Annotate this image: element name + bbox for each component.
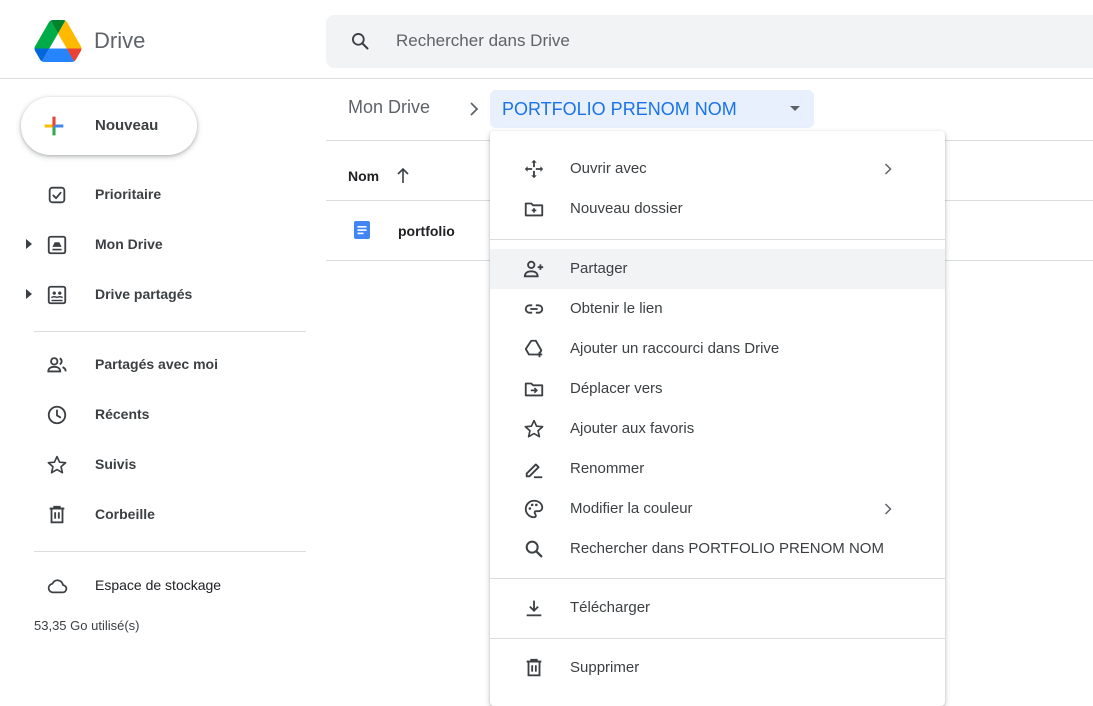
menu-divider (490, 638, 945, 639)
sidebar-item-my-drive[interactable]: Mon Drive (0, 225, 300, 265)
sidebar-divider (34, 551, 306, 552)
sidebar-item-label: Espace de stockage (95, 577, 222, 593)
sidebar-item-label: Prioritaire (95, 186, 162, 202)
menu-item-download[interactable]: Télécharger (490, 588, 945, 628)
sort-arrow-up-icon[interactable] (395, 166, 411, 184)
menu-item-label: Télécharger (570, 599, 651, 616)
star-icon (523, 418, 545, 440)
menu-item-move-to[interactable]: Déplacer vers (490, 369, 945, 409)
rename-icon (523, 458, 545, 480)
add-shortcut-icon (523, 338, 545, 360)
sidebar-item-label: Récents (95, 406, 150, 422)
menu-item-change-color[interactable]: Modifier la couleur (490, 489, 945, 529)
my-drive-icon (46, 234, 68, 256)
app-title: Drive (94, 28, 146, 53)
check-box-icon (46, 184, 68, 206)
search-icon (523, 538, 545, 560)
chevron-right-icon (469, 102, 479, 116)
chevron-right-icon (884, 163, 892, 175)
menu-item-add-favorites[interactable]: Ajouter aux favoris (490, 409, 945, 449)
person-add-icon (523, 258, 545, 280)
clock-icon (46, 404, 68, 426)
menu-item-label: Ajouter aux favoris (570, 420, 695, 437)
expand-arrow-icon[interactable] (25, 289, 33, 299)
file-name: portfolio (398, 223, 455, 239)
menu-item-label: Déplacer vers (570, 380, 663, 397)
cloud-icon (46, 575, 68, 597)
sidebar-item-label: Suivis (95, 456, 137, 472)
expand-arrow-icon[interactable] (25, 239, 33, 249)
sidebar-item-label: Partagés avec moi (95, 356, 218, 372)
menu-item-add-shortcut[interactable]: Ajouter un raccourci dans Drive (490, 329, 945, 369)
breadcrumb-current-label: PORTFOLIO PRENOM NOM (502, 99, 737, 119)
open-with-icon (523, 158, 545, 180)
menu-item-label: Ajouter un raccourci dans Drive (570, 340, 780, 357)
menu-item-label: Partager (570, 260, 628, 277)
sidebar-item-starred[interactable]: Suivis (0, 445, 300, 485)
new-button[interactable]: Nouveau (21, 97, 197, 155)
chevron-down-icon (790, 106, 800, 112)
menu-item-label: Renommer (570, 460, 645, 477)
menu-item-label: Nouveau dossier (570, 200, 683, 217)
menu-divider (490, 578, 945, 579)
sidebar-item-label: Drive partagés (95, 286, 193, 302)
search-icon[interactable] (350, 31, 370, 51)
download-icon (523, 597, 545, 619)
move-to-icon (523, 378, 545, 400)
sidebar-item-label: Corbeille (95, 506, 155, 522)
breadcrumb-current-folder[interactable]: PORTFOLIO PRENOM NOM (490, 90, 814, 128)
menu-divider (490, 239, 945, 240)
storage-used: 53,35 Go utilisé(s) (34, 618, 140, 633)
menu-item-new-folder[interactable]: Nouveau dossier (490, 189, 945, 229)
search-input[interactable] (396, 26, 896, 56)
menu-item-label: Rechercher dans PORTFOLIO PRENOM NOM (570, 540, 884, 557)
menu-item-label: Supprimer (570, 659, 640, 676)
sidebar-item-shared-drives[interactable]: Drive partagés (0, 275, 300, 315)
breadcrumb-root[interactable]: Mon Drive (348, 97, 430, 118)
menu-item-label: Ouvrir avec (570, 160, 647, 177)
column-header-name[interactable]: Nom (348, 168, 379, 184)
menu-item-rename[interactable]: Renommer (490, 449, 945, 489)
palette-icon (523, 498, 545, 520)
trash-icon (523, 657, 545, 679)
trash-icon (46, 504, 68, 526)
menu-item-share[interactable]: Partager (490, 249, 945, 289)
new-button-label: Nouveau (95, 117, 159, 134)
plus-icon (40, 112, 68, 140)
star-icon (46, 454, 68, 476)
menu-item-search-in-folder[interactable]: Rechercher dans PORTFOLIO PRENOM NOM (490, 529, 945, 569)
sidebar-item-priority[interactable]: Prioritaire (0, 175, 300, 215)
google-docs-icon (354, 221, 370, 239)
shared-with-me-icon (46, 354, 68, 376)
menu-item-open-with[interactable]: Ouvrir avec (490, 149, 945, 189)
link-icon (523, 298, 545, 320)
new-folder-icon (523, 198, 545, 220)
menu-item-delete[interactable]: Supprimer (490, 648, 945, 688)
sidebar-divider (34, 331, 306, 332)
menu-item-label: Obtenir le lien (570, 300, 663, 317)
menu-item-get-link[interactable]: Obtenir le lien (490, 289, 945, 329)
drive-logo-icon[interactable] (34, 20, 82, 62)
header-divider (0, 78, 1093, 79)
sidebar-item-shared-with-me[interactable]: Partagés avec moi (0, 345, 300, 385)
menu-item-label: Modifier la couleur (570, 500, 693, 517)
sidebar-item-storage[interactable]: Espace de stockage (0, 566, 300, 606)
sidebar-item-trash[interactable]: Corbeille (0, 495, 300, 535)
sidebar-item-label: Mon Drive (95, 236, 163, 252)
chevron-right-icon (884, 503, 892, 515)
sidebar-item-recent[interactable]: Récents (0, 395, 300, 435)
shared-drives-icon (46, 284, 68, 306)
